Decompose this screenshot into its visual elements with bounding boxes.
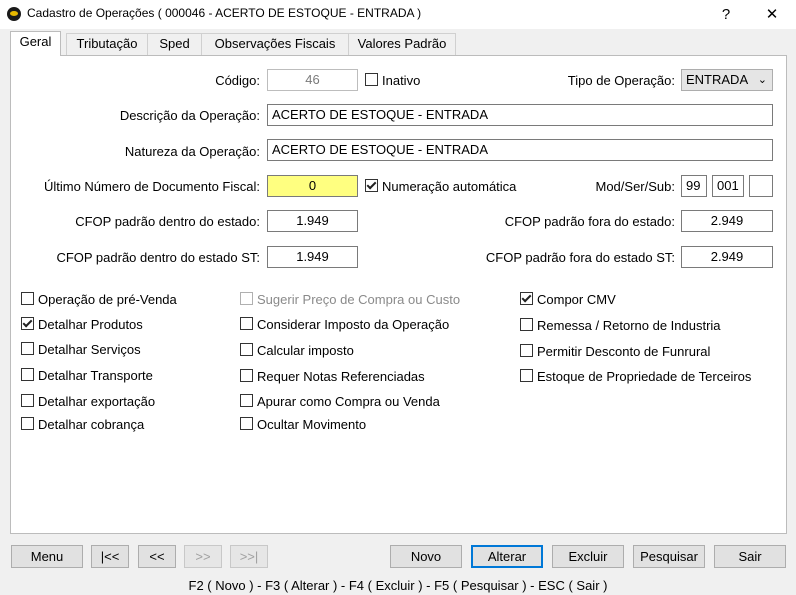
checkbox-box — [365, 73, 378, 86]
sair-button[interactable]: Sair — [714, 545, 786, 568]
excluir-button[interactable]: Excluir — [552, 545, 624, 568]
mod-ser-sub-label: Mod/Ser/Sub: — [595, 179, 676, 194]
checkbox-detalhar-servicos[interactable]: Detalhar Serviços — [21, 342, 141, 357]
codigo-label: Código: — [215, 73, 260, 88]
checkbox-considerar-imposto[interactable]: Considerar Imposto da Operação — [240, 317, 449, 332]
cfop-fora-st-field[interactable]: 2.949 — [681, 246, 773, 268]
checkbox-box — [21, 292, 34, 305]
mod-field[interactable]: 99 — [681, 175, 707, 197]
checkbox-box — [21, 417, 34, 430]
cfop-dentro-field[interactable]: 1.949 — [267, 210, 358, 232]
checkbox-apurar-compra-venda[interactable]: Apurar como Compra ou Venda — [240, 394, 440, 409]
cfop-dentro-label: CFOP padrão dentro do estado: — [75, 214, 260, 229]
descricao-label: Descrição da Operação: — [119, 108, 260, 123]
tipo-operacao-select[interactable]: ENTRADA ⌄ — [681, 69, 773, 91]
checkbox-box — [520, 369, 533, 382]
checkbox-box — [21, 342, 34, 355]
checkbox-pre-venda[interactable]: Operação de pré-Venda — [21, 292, 177, 307]
checkbox-box — [520, 344, 533, 357]
checkbox-detalhar-cobranca[interactable]: Detalhar cobrança — [21, 417, 144, 432]
last-record-button[interactable]: >>| — [230, 545, 268, 568]
checkbox-box — [240, 369, 253, 382]
checkbox-box — [240, 394, 253, 407]
sub-field[interactable] — [749, 175, 773, 197]
help-button[interactable]: ? — [705, 0, 747, 29]
cfop-fora-field[interactable]: 2.949 — [681, 210, 773, 232]
checkbox-desconto-funrural[interactable]: Permitir Desconto de Funrural — [520, 344, 710, 359]
close-button[interactable]: ✕ — [751, 0, 793, 29]
checkbox-detalhar-produtos[interactable]: Detalhar Produtos — [21, 317, 143, 332]
alterar-button[interactable]: Alterar — [471, 545, 543, 568]
novo-button[interactable]: Novo — [390, 545, 462, 568]
next-record-button[interactable]: >> — [184, 545, 222, 568]
ultimo-numero-field[interactable]: 0 — [267, 175, 358, 197]
inativo-checkbox[interactable]: Inativo — [365, 73, 420, 88]
tab-valores-padrao[interactable]: Valores Padrão — [348, 33, 456, 55]
tab-geral[interactable]: Geral — [10, 31, 61, 56]
checkbox-box — [240, 343, 253, 356]
checkbox-box — [240, 317, 253, 330]
checkbox-box — [240, 292, 253, 305]
tab-sped[interactable]: Sped — [147, 33, 202, 55]
checkbox-box — [520, 318, 533, 331]
checkbox-box — [365, 179, 378, 192]
checkbox-detalhar-transporte[interactable]: Detalhar Transporte — [21, 368, 153, 383]
menu-button[interactable]: Menu — [11, 545, 83, 568]
tipo-operacao-label: Tipo de Operação: — [567, 73, 675, 88]
tab-tributacao[interactable]: Tributação — [66, 33, 148, 55]
checkbox-box — [21, 394, 34, 407]
ser-field[interactable]: 001 — [712, 175, 744, 197]
numeracao-automatica-checkbox[interactable]: Numeração automática — [365, 179, 516, 194]
checkbox-compor-cmv[interactable]: Compor CMV — [520, 292, 616, 307]
tab-observacoes-fiscais[interactable]: Observações Fiscais — [201, 33, 349, 55]
checkbox-detalhar-exportacao[interactable]: Detalhar exportação — [21, 394, 155, 409]
cfop-fora-st-label: CFOP padrão fora do estado ST: — [485, 250, 675, 265]
cfop-dentro-st-field[interactable]: 1.949 — [267, 246, 358, 268]
window-title: Cadastro de Operações ( 000046 - ACERTO … — [27, 6, 422, 20]
checkbox-box — [520, 292, 533, 305]
descricao-field[interactable]: ACERTO DE ESTOQUE - ENTRADA — [267, 104, 773, 126]
cfop-fora-label: CFOP padrão fora do estado: — [504, 214, 675, 229]
checkbox-remessa-retorno[interactable]: Remessa / Retorno de Industria — [520, 318, 721, 333]
title-bar: Cadastro de Operações ( 000046 - ACERTO … — [0, 0, 796, 29]
app-icon — [7, 7, 21, 21]
chevron-down-icon: ⌄ — [757, 74, 767, 86]
natureza-label: Natureza da Operação: — [124, 144, 260, 159]
shortcut-status-bar: F2 ( Novo ) - F3 ( Alterar ) - F4 ( Excl… — [188, 578, 608, 593]
pesquisar-button[interactable]: Pesquisar — [633, 545, 705, 568]
checkbox-calcular-imposto[interactable]: Calcular imposto — [240, 343, 354, 358]
natureza-field[interactable]: ACERTO DE ESTOQUE - ENTRADA — [267, 139, 773, 161]
checkbox-requer-notas[interactable]: Requer Notas Referenciadas — [240, 369, 425, 384]
checkbox-box — [21, 317, 34, 330]
ultimo-numero-label: Último Número de Documento Fiscal: — [43, 179, 260, 194]
checkbox-sugerir-preco: Sugerir Preço de Compra ou Custo — [240, 292, 460, 307]
codigo-field[interactable]: 46 — [267, 69, 358, 91]
checkbox-estoque-terceiros[interactable]: Estoque de Propriedade de Terceiros — [520, 369, 751, 384]
checkbox-box — [240, 417, 253, 430]
checkbox-ocultar-movimento[interactable]: Ocultar Movimento — [240, 417, 366, 432]
cfop-dentro-st-label: CFOP padrão dentro do estado ST: — [56, 250, 260, 265]
first-record-button[interactable]: |<< — [91, 545, 129, 568]
checkbox-box — [21, 368, 34, 381]
previous-record-button[interactable]: << — [138, 545, 176, 568]
